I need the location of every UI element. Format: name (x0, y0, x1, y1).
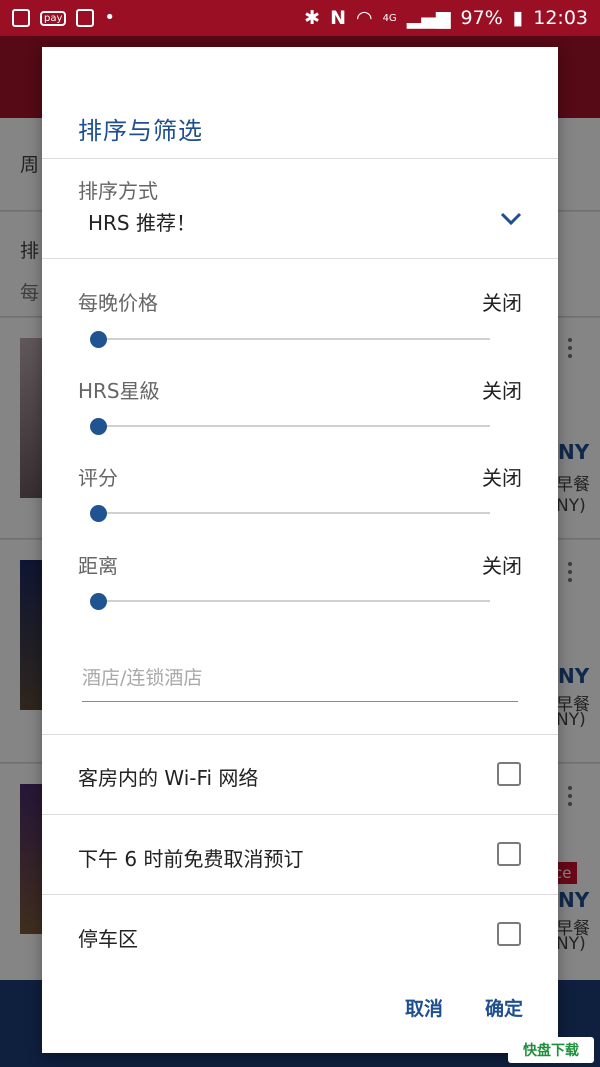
price-slider-knob[interactable] (90, 331, 107, 348)
free-cancel-checkbox[interactable] (497, 842, 521, 866)
signal-icon: ▂▄▆ (406, 7, 451, 29)
parking-checkbox[interactable] (497, 922, 521, 946)
shopping-bag-icon (12, 9, 30, 27)
watermark-logo: 快盘下载 (508, 1037, 594, 1063)
price-filter-status: 关闭 (482, 291, 522, 315)
divider (42, 894, 558, 895)
wifi-checkbox[interactable] (497, 762, 521, 786)
battery-icon: ▮ (512, 7, 524, 29)
price-slider-track[interactable] (98, 338, 490, 340)
distance-filter-label: 距离 (78, 554, 118, 578)
pay-icon: pay (40, 10, 67, 26)
clock: 12:03 (533, 7, 588, 29)
wifi-icon: ◠ (355, 7, 373, 29)
distance-slider-track[interactable] (98, 600, 490, 602)
star-slider-knob[interactable] (90, 418, 107, 435)
sort-filter-dialog: 排序与筛选 排序方式 HRS 推荐！ 每晚价格 关闭 HRS星級 关闭 评分 关… (42, 47, 558, 1053)
divider (42, 814, 558, 815)
rating-slider-knob[interactable] (90, 505, 107, 522)
free-cancel-option-label: 下午 6 时前免费取消预订 (78, 847, 304, 871)
star-filter-label: HRS星級 (78, 379, 160, 403)
distance-slider-knob[interactable] (90, 593, 107, 610)
parking-option-label: 停车区 (78, 927, 138, 951)
dialog-title: 排序与筛选 (78, 117, 203, 145)
rating-filter-status: 关闭 (482, 466, 522, 490)
battery-percent: 97% (460, 7, 503, 29)
bluetooth-icon: ✱ (304, 7, 321, 29)
checklist-icon (76, 9, 95, 27)
sort-value: HRS 推荐！ (88, 211, 196, 235)
chevron-down-icon (500, 212, 522, 226)
cancel-button[interactable]: 取消 (405, 994, 443, 1021)
distance-filter-status: 关闭 (482, 554, 522, 578)
rating-filter-label: 评分 (78, 466, 118, 490)
price-filter-label: 每晚价格 (78, 291, 158, 315)
hotel-chain-input[interactable] (82, 659, 518, 702)
network-label: 4G (382, 12, 397, 24)
sort-label: 排序方式 (78, 179, 158, 203)
confirm-button[interactable]: 确定 (485, 994, 523, 1021)
wifi-option-label: 客房内的 Wi-Fi 网络 (78, 766, 259, 790)
divider (42, 258, 558, 259)
status-bar: pay • ✱ N ◠ 4G ▂▄▆ 97% ▮ 12:03 (0, 0, 600, 36)
notification-dot-icon: • (104, 7, 116, 28)
divider (42, 158, 558, 159)
nfc-icon: N (330, 7, 346, 29)
star-filter-status: 关闭 (482, 379, 522, 403)
divider (42, 734, 558, 735)
rating-slider-track[interactable] (98, 512, 490, 514)
star-slider-track[interactable] (98, 425, 490, 427)
